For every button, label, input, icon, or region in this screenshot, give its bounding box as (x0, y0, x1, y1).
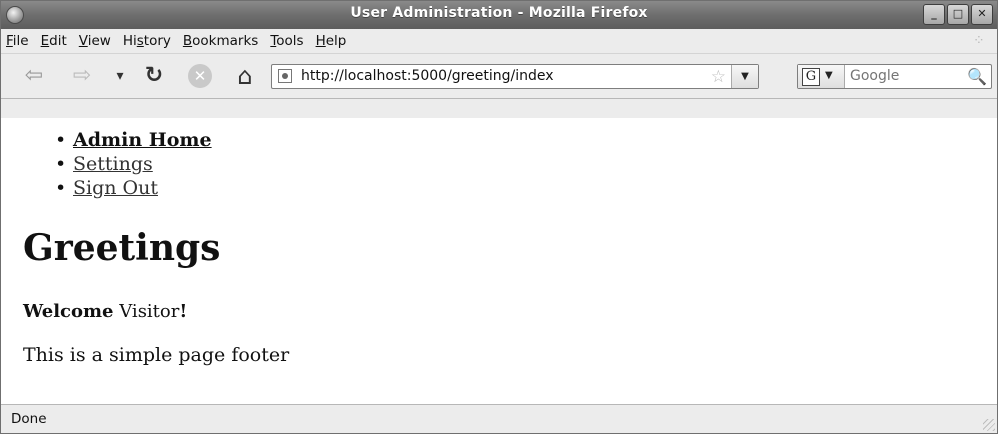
search-bar: G ▼ 🔍 (797, 64, 992, 89)
page-icon (278, 69, 292, 83)
resize-grip-icon[interactable] (983, 419, 995, 431)
history-dropdown-icon[interactable]: ▾ (107, 64, 133, 88)
status-bar: Done (1, 404, 997, 433)
menu-bookmarks[interactable]: Bookmarks (183, 33, 258, 49)
maximize-button[interactable]: □ (947, 4, 969, 25)
sign-out-link[interactable]: Sign Out (73, 177, 158, 199)
page-footer: This is a simple page footer (23, 344, 290, 366)
bookmark-star-icon[interactable]: ☆ (711, 67, 726, 87)
page-heading: Greetings (23, 227, 221, 269)
menu-edit-key: E (40, 33, 50, 49)
url-bar[interactable]: http://localhost:5000/greeting/index ☆ ▼ (271, 64, 759, 89)
google-icon: G (802, 68, 820, 86)
title-bar[interactable]: User Administration - Mozilla Firefox _ … (1, 1, 997, 29)
welcome-exclamation: ! (179, 301, 188, 322)
menu-edit[interactable]: Edit (41, 33, 67, 49)
visitor-name: Visitor (119, 301, 180, 322)
menu-help[interactable]: Help (316, 33, 347, 49)
window-controls: _ □ ✕ (923, 4, 993, 25)
search-icon[interactable]: 🔍 (967, 67, 987, 86)
page-nav-list: Admin Home Settings Sign Out (55, 128, 212, 200)
back-button[interactable]: ⇦ (21, 64, 47, 88)
reload-button[interactable]: ↻ (141, 64, 167, 88)
menu-help-key: H (315, 33, 326, 49)
menu-bookmarks-key: B (182, 33, 193, 49)
menu-file-key: F (6, 33, 13, 49)
status-text: Done (11, 411, 47, 427)
welcome-label: Welcome (23, 301, 114, 322)
menu-bar: File Edit View History Bookmarks Tools H… (1, 29, 997, 53)
menu-tools[interactable]: Tools (270, 33, 303, 49)
list-item: Sign Out (55, 176, 212, 200)
engine-dropdown-icon: ▼ (825, 70, 833, 81)
list-item: Admin Home (55, 128, 212, 152)
menu-tools-key: T (270, 33, 277, 49)
menu-view-key: V (78, 33, 88, 49)
url-dropdown-button[interactable]: ▼ (731, 65, 758, 88)
menu-history-key: s (136, 33, 144, 49)
settings-link[interactable]: Settings (73, 153, 153, 175)
admin-home-link[interactable]: Admin Home (73, 129, 212, 151)
search-engine-selector[interactable]: G ▼ (798, 65, 845, 88)
search-input[interactable] (850, 68, 950, 84)
navigation-toolbar: ⇦ ⇨ ▾ ↻ ✕ ⌂ http://localhost:5000/greeti… (1, 53, 997, 99)
url-text[interactable]: http://localhost:5000/greeting/index (301, 68, 554, 84)
window-title: User Administration - Mozilla Firefox (350, 5, 648, 21)
stop-button[interactable]: ✕ (188, 64, 212, 88)
welcome-message: Welcome Visitor! (23, 300, 187, 324)
throbber-icon: ⁘ (973, 33, 985, 49)
browser-window: User Administration - Mozilla Firefox _ … (0, 0, 998, 434)
close-button[interactable]: ✕ (971, 4, 993, 25)
minimize-button[interactable]: _ (923, 4, 945, 25)
home-button[interactable]: ⌂ (232, 64, 258, 88)
menu-file[interactable]: File (6, 33, 29, 49)
list-item: Settings (55, 152, 212, 176)
forward-button[interactable]: ⇨ (69, 64, 95, 88)
menu-history[interactable]: History (123, 33, 171, 49)
page-content: Admin Home Settings Sign Out Greetings W… (1, 118, 997, 404)
menu-view[interactable]: View (79, 33, 111, 49)
